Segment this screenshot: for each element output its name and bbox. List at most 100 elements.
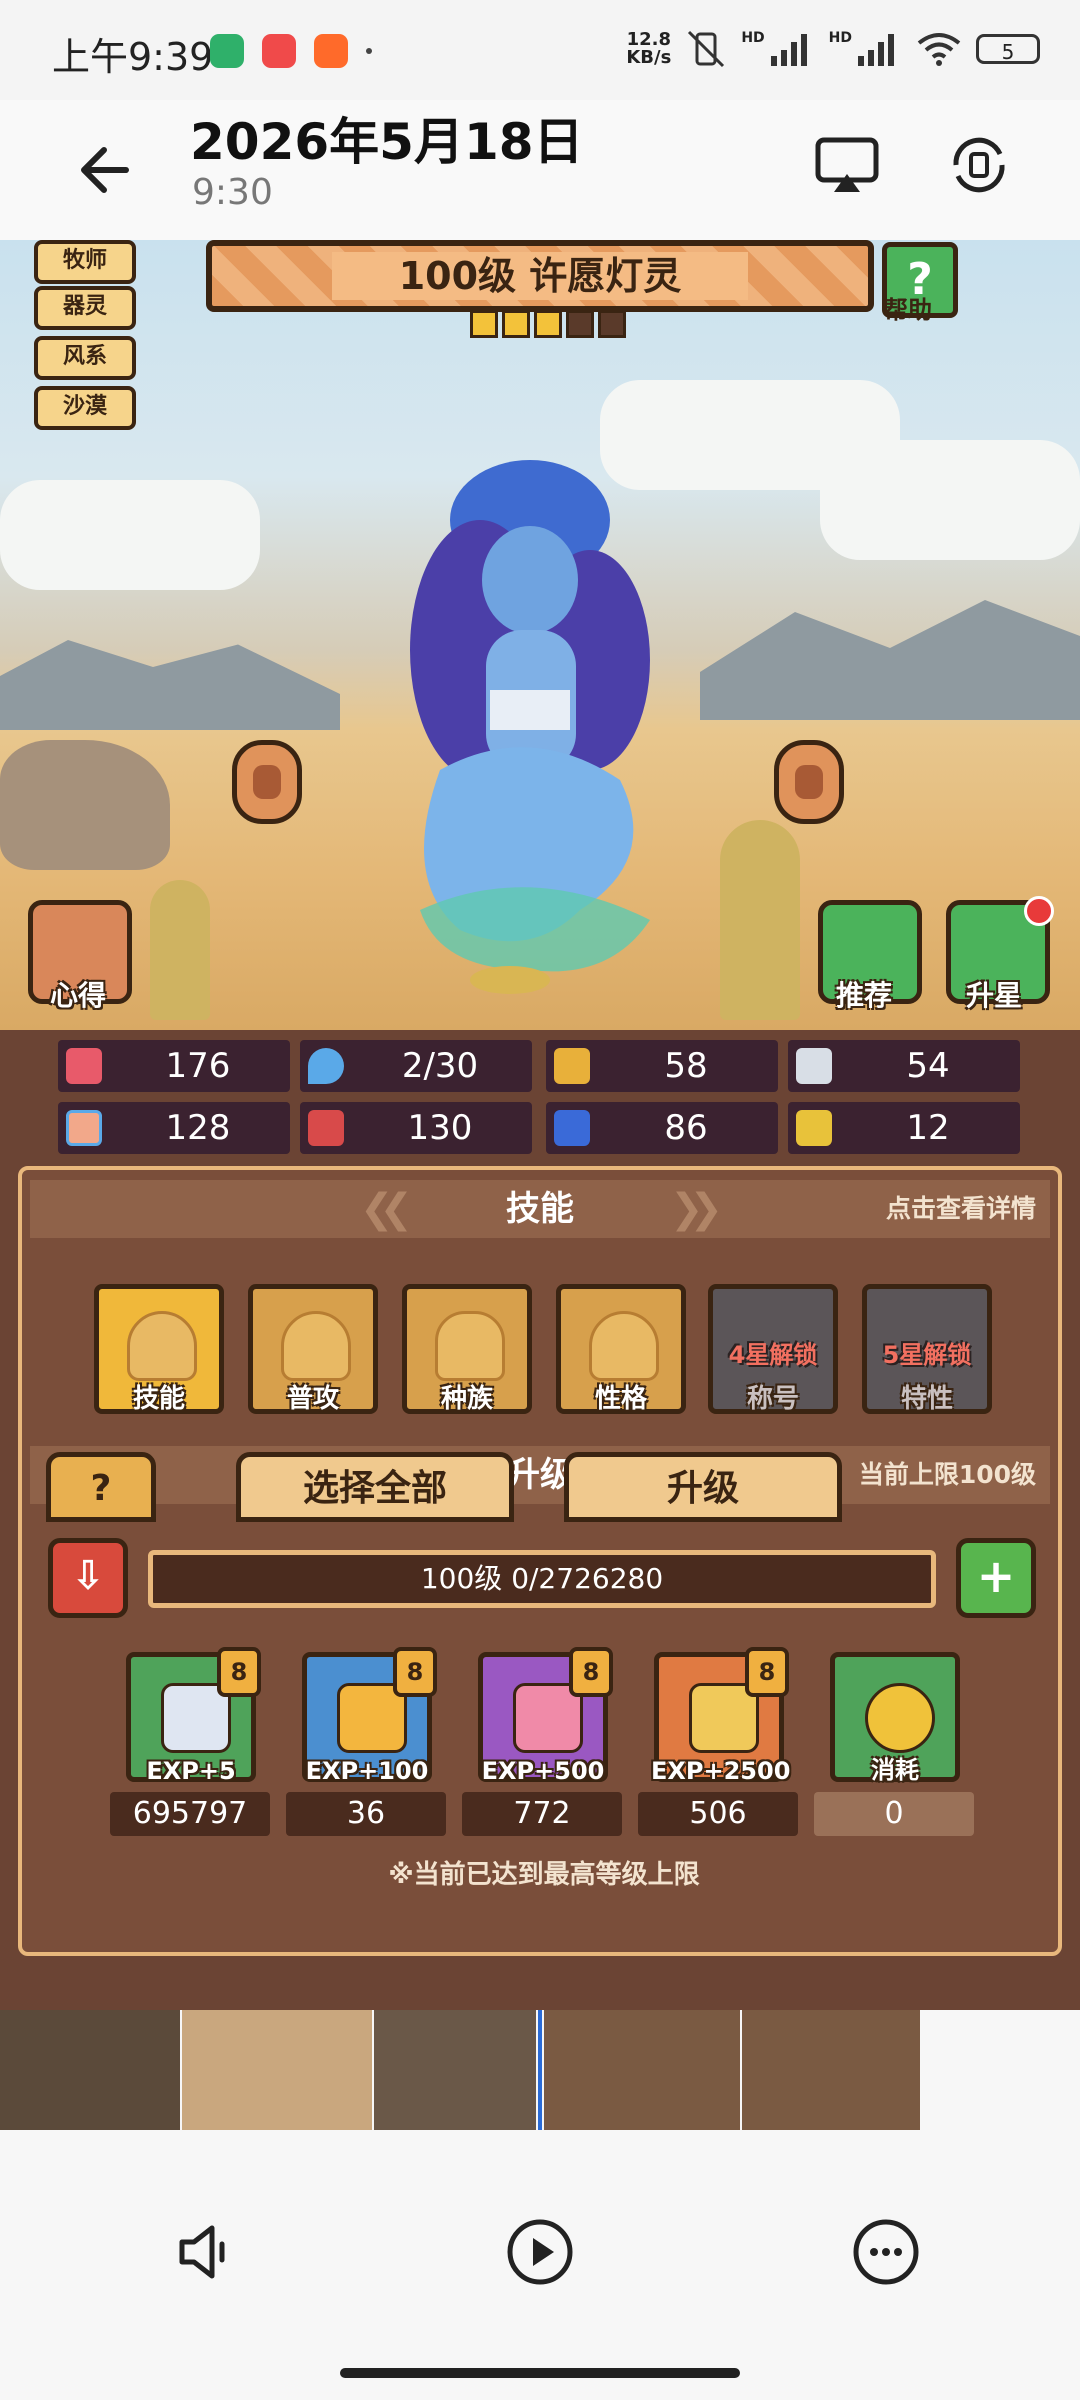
more-icon[interactable] [844,2210,928,2294]
water-drop-icon [308,1048,344,1084]
left-rune-icon[interactable] [232,740,302,824]
speaker-icon[interactable] [162,2210,246,2294]
right-rune-icon[interactable] [774,740,844,824]
item-count: 695797 [110,1792,270,1836]
stat-magic: 130 [300,1102,532,1154]
item-badge: 8 [217,1647,261,1697]
level-cap-hint: 当前上限100级 [858,1460,1036,1489]
upgrade-header: ❮❮ 升级 ❯❯ 当前上限100级 [30,1446,1050,1504]
status-right: 12.8 KB/s HD HD 5 [626,30,1040,68]
unlock-requirement: 4星解锁 [728,1341,818,1369]
thumbnail[interactable] [374,2010,536,2130]
exp-item-small[interactable]: 8 EXP+5 [126,1647,261,1785]
cloud [0,480,260,590]
skills-header[interactable]: ❮❮ 技能 ❯❯ 点击查看详情 [30,1180,1050,1238]
gallery-header: 2026年5月18日 9:30 [0,100,1080,240]
net-speed-unit: KB/s [626,47,672,68]
signal-icon-2 [858,34,894,66]
exp-progress-bar: 100级 0/2726280 [148,1550,936,1608]
skill-slot-attack[interactable]: 普攻 [248,1284,378,1414]
item-label: EXP+100 [305,1757,429,1785]
battery-indicator: 5 [976,34,1040,64]
chevron-right-icon: ❯❯ [670,1186,723,1232]
cost-item: 消耗 [830,1652,960,1784]
play-icon[interactable] [498,2210,582,2294]
dot-icon [366,48,372,54]
insight-label: 心得 [50,979,107,1012]
hint-button[interactable]: ? [46,1452,156,1522]
cactus [150,880,210,1020]
heart-plus-icon [127,1311,197,1381]
book-icon [308,1110,344,1146]
item-badge: 8 [393,1647,437,1697]
skill-slot-personality[interactable]: 性格 [556,1284,686,1414]
thumbnail[interactable] [544,2010,740,2130]
thumbnail[interactable] [0,2010,180,2130]
item-label: EXP+500 [481,1757,605,1785]
gesture-nav-handle[interactable] [340,2368,740,2378]
game-screenshot: 牧师 器灵 风系 沙漠 100级 许愿灯灵 ? 帮助 心得 推荐 升星 176 … [0,240,1080,2010]
genie-character [410,460,650,994]
stat-value: 12 [906,1108,950,1148]
exp-item-large[interactable]: 8 EXP+500 [478,1647,613,1785]
skill-slot-skill[interactable]: 技能 [94,1284,224,1414]
skill-label: 特性 [900,1384,953,1414]
stat-luck: 12 [788,1102,1020,1154]
tag-element: 风系 [34,336,136,380]
tag-race: 器灵 [34,286,136,330]
hd-label-1: HD [741,30,765,46]
stat-defense: 58 [546,1040,778,1092]
status-time: 上午9:39 [52,35,214,79]
lamp-icon [435,1311,505,1381]
bottom-toolbar [0,2130,1080,2400]
heart-plus-icon [281,1311,351,1381]
arrow-left-icon[interactable] [70,130,150,210]
hd-label-2: HD [828,30,852,46]
photo-time: 9:30 [192,172,273,213]
fist-icon [66,1110,102,1146]
stat-value: 2/30 [401,1046,479,1086]
star-rating [470,310,626,338]
thumbnail[interactable] [182,2010,372,2130]
skill-label: 称号 [746,1384,799,1414]
upgrade-button[interactable]: 升级 [564,1452,842,1522]
rotate-icon[interactable] [944,130,1014,200]
star-filled-icon [470,310,498,338]
unlock-requirement: 5星解锁 [882,1341,972,1369]
video-app-icon [314,34,348,68]
cactus [720,820,800,1020]
character-title-banner: 100级 许愿灯灵 [206,240,874,312]
star-filled-icon [534,310,562,338]
stat-speed: 86 [546,1102,778,1154]
star-empty-icon [566,310,594,338]
stat-value: 86 [664,1108,708,1148]
skill-slot-trait[interactable]: 5星解锁特性 [862,1284,992,1414]
skill-label: 种族 [440,1384,493,1414]
notification-dot [1024,896,1054,926]
help-label: 帮助 [884,296,932,324]
stat-value: 58 [664,1046,708,1086]
mute-vibrate-icon [688,30,725,68]
shield-icon [554,1048,590,1084]
exp-item-medium[interactable]: 8 EXP+100 [302,1647,437,1785]
item-count: 506 [638,1792,798,1836]
shield-app-icon [210,34,244,68]
tag-role: 牧师 [34,240,136,284]
current-thumbnail-marker [538,2010,542,2130]
level-down-button[interactable]: ⇩ [48,1538,128,1618]
stat-value: 128 [165,1108,231,1148]
exp-item-huge[interactable]: 8 EXP+2500 [651,1647,791,1785]
cost-count: 0 [814,1792,974,1836]
tag-habitat: 沙漠 [34,386,136,430]
skills-detail-hint[interactable]: 点击查看详情 [886,1180,1036,1238]
level-up-plus-button[interactable]: + [956,1538,1036,1618]
skill-slot-title[interactable]: 4星解锁称号 [708,1284,838,1414]
skill-label: 普攻 [286,1384,339,1414]
airplay-icon[interactable] [812,130,882,200]
thumbnail[interactable] [742,2010,920,2130]
select-all-button[interactable]: 选择全部 [236,1452,514,1522]
item-count: 36 [286,1792,446,1836]
skill-label: 性格 [594,1384,647,1414]
item-label: EXP+2500 [651,1757,791,1785]
skill-slot-race[interactable]: 种族 [402,1284,532,1414]
